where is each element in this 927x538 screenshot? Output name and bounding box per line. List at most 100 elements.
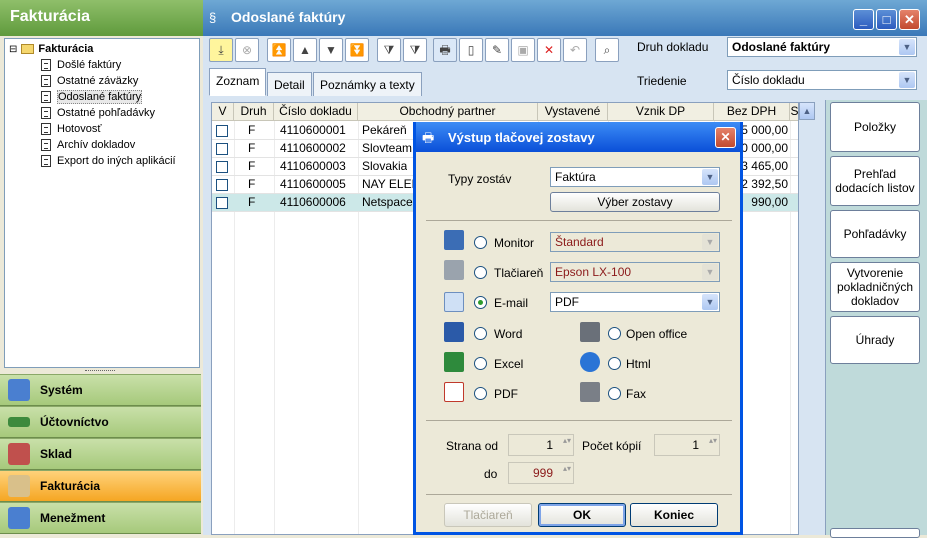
delete-icon[interactable]: ✕ xyxy=(537,38,561,62)
column-header-v[interactable]: V xyxy=(212,103,234,121)
more-button[interactable] xyxy=(830,528,920,538)
triedenie-label: Triedenie xyxy=(637,74,687,88)
print-icon[interactable]: 🖶 xyxy=(433,38,457,62)
email-radio[interactable] xyxy=(474,296,487,309)
row-checkbox[interactable] xyxy=(216,125,228,137)
new-document-icon[interactable]: ▯ xyxy=(459,38,483,62)
vytvorenie-pokladnicnych-dokladov-button[interactable]: Vytvorenie pokladničných dokladov xyxy=(830,262,920,312)
save-icon[interactable]: ▣ xyxy=(511,38,535,62)
polozky-button[interactable]: Položky xyxy=(830,102,920,152)
html-icon xyxy=(580,352,600,372)
module-menezment-button[interactable]: Menežment xyxy=(0,502,201,534)
edit-document-icon[interactable]: ✎ xyxy=(485,38,509,62)
system-icon xyxy=(8,379,30,401)
module-system-button[interactable]: Systém xyxy=(0,374,201,406)
tlaciaren-radio[interactable] xyxy=(474,266,487,279)
word-radio[interactable] xyxy=(474,327,487,340)
collapse-icon[interactable]: ⊟ xyxy=(9,44,17,55)
minimize-button[interactable]: _ xyxy=(853,9,874,30)
tab-detail[interactable]: Detail xyxy=(267,72,312,96)
fax-radio[interactable] xyxy=(608,387,621,400)
module-fakturacia-button[interactable]: Fakturácia xyxy=(0,470,201,502)
maximize-button[interactable]: □ xyxy=(876,9,897,30)
typy-zostav-select[interactable]: Faktúra ▼ xyxy=(550,167,720,187)
cancel-icon[interactable]: ⊗ xyxy=(235,38,259,62)
pdf-radio[interactable] xyxy=(474,387,487,400)
vyber-zostavy-button[interactable]: Výber zostavy xyxy=(550,192,720,212)
module-sklad-button[interactable]: Sklad xyxy=(0,438,201,470)
open-office-radio[interactable] xyxy=(608,327,621,340)
ok-button[interactable]: OK xyxy=(538,503,626,527)
column-header-cislo[interactable]: Číslo dokladu xyxy=(274,103,358,121)
koniec-button[interactable]: Koniec xyxy=(630,503,718,527)
pocet-kopii-input[interactable]: 1 xyxy=(654,434,720,456)
last-record-icon[interactable]: ⏬ xyxy=(345,38,369,62)
first-record-icon[interactable]: ⏫ xyxy=(267,38,291,62)
tlaciaren-select[interactable]: Epson LX-100 ▼ xyxy=(550,262,720,282)
row-checkbox[interactable] xyxy=(216,179,228,191)
divider xyxy=(426,494,732,495)
chevron-down-icon[interactable]: ▼ xyxy=(899,39,915,55)
tree-item-odoslane-faktury[interactable]: Odoslané faktúry xyxy=(41,89,143,105)
document-icon xyxy=(41,155,51,167)
chevron-down-icon[interactable]: ▼ xyxy=(899,72,915,88)
row-checkbox[interactable] xyxy=(216,197,228,209)
column-header-partner[interactable]: Obchodný partner xyxy=(358,103,538,121)
tree-item-dosle-faktury[interactable]: Došlé faktúry xyxy=(41,57,121,73)
email-label: E-mail xyxy=(494,296,529,310)
email-format-select[interactable]: PDF ▼ xyxy=(550,292,720,312)
tree-root[interactable]: ⊟ Fakturácia xyxy=(9,41,93,57)
monitor-icon xyxy=(444,230,464,250)
chevron-down-icon[interactable]: ▼ xyxy=(702,264,718,280)
monitor-radio[interactable] xyxy=(474,236,487,249)
tree-item-export[interactable]: Export do iných aplikácií xyxy=(41,153,176,169)
action-sidebar: Položky Prehľad dodacích listov Pohľadáv… xyxy=(825,100,927,538)
document-icon xyxy=(41,139,51,151)
strana-od-input[interactable]: 1 xyxy=(508,434,574,456)
close-button[interactable]: ✕ xyxy=(899,9,920,30)
column-header-vznik-dp[interactable]: Vznik DP xyxy=(608,103,714,121)
chevron-down-icon[interactable]: ▼ xyxy=(702,234,718,250)
tlaciaren-button[interactable]: Tlačiareň xyxy=(444,503,532,527)
new-record-icon[interactable]: ⤓ xyxy=(209,38,233,62)
left-panel: Fakturácia ⊟ Fakturácia Došlé faktúry Os… xyxy=(0,0,203,535)
column-header-vystavene[interactable]: Vystavené xyxy=(538,103,608,121)
tab-poznamky[interactable]: Poznámky a texty xyxy=(313,72,422,96)
tree-item-hotovost[interactable]: Hotovosť xyxy=(41,121,101,137)
search-icon[interactable]: ⌕ xyxy=(595,38,619,62)
fax-icon xyxy=(580,382,600,402)
triedenie-select[interactable]: Číslo dokladu ▼ xyxy=(727,70,917,90)
row-checkbox[interactable] xyxy=(216,161,228,173)
druh-dokladu-select[interactable]: Odoslané faktúry ▼ xyxy=(727,37,917,57)
uhrady-button[interactable]: Úhrady xyxy=(830,316,920,364)
html-label: Html xyxy=(626,357,651,371)
tab-zoznam[interactable]: Zoznam xyxy=(209,68,267,96)
tree-item-archiv-dokladov[interactable]: Archív dokladov xyxy=(41,137,135,153)
tree-item-ostatne-pohladavky[interactable]: Ostatné pohľadávky xyxy=(41,105,155,121)
filter-icon[interactable]: ⧩ xyxy=(377,38,401,62)
tree-item-ostatne-zavazky[interactable]: Ostatné záväzky xyxy=(41,73,138,89)
module-uctovnictvo-button[interactable]: Účtovníctvo xyxy=(0,406,201,438)
row-checkbox[interactable] xyxy=(216,143,228,155)
column-header-druh[interactable]: Druh xyxy=(234,103,274,121)
strana-od-label: Strana od xyxy=(446,439,499,453)
monitor-label: Monitor xyxy=(494,236,535,250)
next-record-icon[interactable]: ▼ xyxy=(319,38,343,62)
splitter-grip[interactable] xyxy=(85,370,115,373)
warehouse-icon xyxy=(8,443,30,465)
previous-record-icon[interactable]: ▲ xyxy=(293,38,317,62)
monitor-select[interactable]: Štandard ▼ xyxy=(550,232,720,252)
prehlad-dodacich-listov-button[interactable]: Prehľad dodacích listov xyxy=(830,156,920,206)
scroll-up-icon[interactable]: ▲ xyxy=(799,102,815,120)
pohladavky-button[interactable]: Pohľadávky xyxy=(830,210,920,258)
column-header-s[interactable]: S xyxy=(790,103,798,121)
strana-do-input[interactable]: 999 xyxy=(508,462,574,484)
excel-radio[interactable] xyxy=(474,357,487,370)
chevron-down-icon[interactable]: ▼ xyxy=(702,294,718,310)
column-header-bez-dph[interactable]: Bez DPH xyxy=(714,103,790,121)
html-radio[interactable] xyxy=(608,357,621,370)
undo-icon[interactable]: ↶ xyxy=(563,38,587,62)
dialog-close-button[interactable]: ✕ xyxy=(715,127,736,148)
clear-filter-icon[interactable]: ⧩ xyxy=(403,38,427,62)
chevron-down-icon[interactable]: ▼ xyxy=(702,169,718,185)
